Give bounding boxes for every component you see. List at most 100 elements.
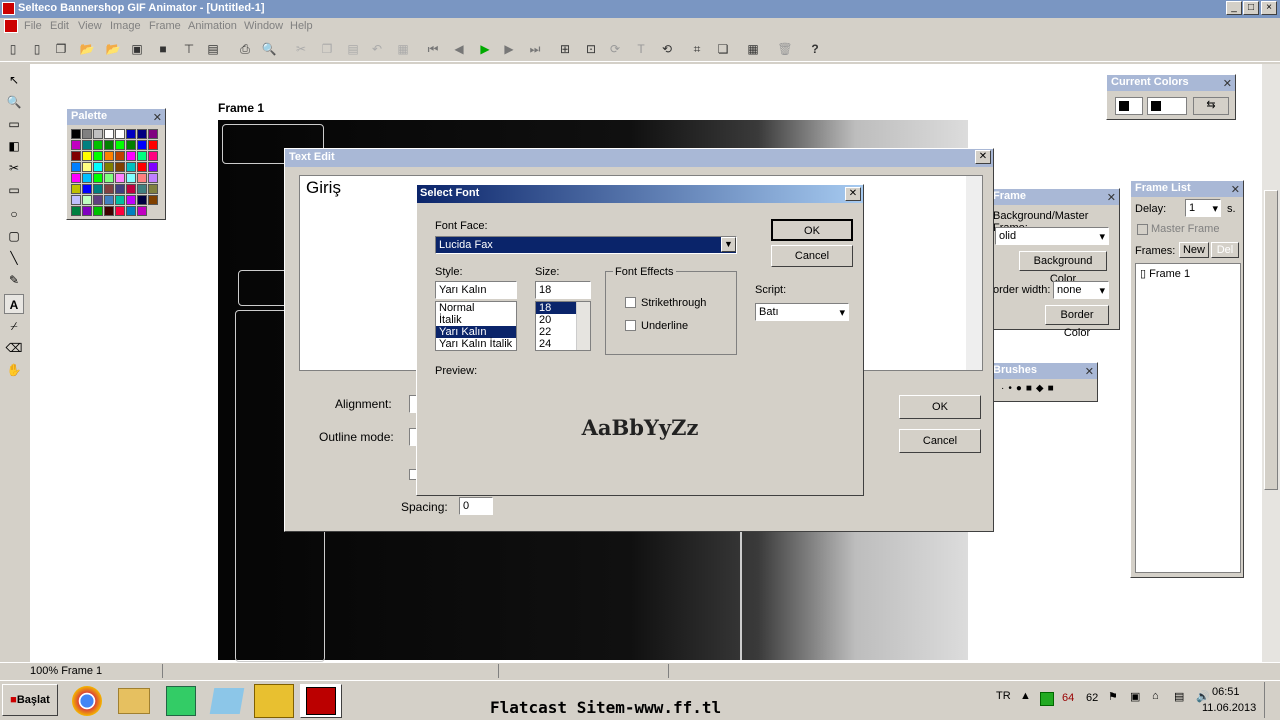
palette-swatch[interactable] — [137, 184, 147, 194]
palette-swatch[interactable] — [115, 129, 125, 139]
frame-panel-close-icon[interactable]: ✕ — [1107, 191, 1116, 204]
palette-swatch[interactable] — [104, 129, 114, 139]
palette-swatch[interactable] — [104, 195, 114, 205]
menu-file[interactable]: File — [24, 20, 42, 32]
winrar-icon[interactable] — [254, 684, 294, 718]
fit-icon[interactable]: ⊞ — [556, 40, 574, 58]
first-frame-icon[interactable]: ⏮ — [424, 40, 442, 58]
palette-swatch[interactable] — [71, 151, 81, 161]
palette-swatch[interactable] — [126, 206, 136, 216]
eraser-tool-icon[interactable]: ⌫ — [4, 338, 24, 358]
lasso-icon[interactable]: ⟲ — [658, 40, 676, 58]
rotate-icon[interactable]: ⟳ — [606, 40, 624, 58]
resize-icon[interactable]: ⊡ — [582, 40, 600, 58]
open-frames-icon[interactable]: 📂 — [104, 40, 122, 58]
bg-style-select[interactable]: olid ▾ — [995, 227, 1109, 245]
explorer-folder-icon[interactable] — [118, 688, 150, 714]
swap-colors-icon[interactable]: ⇆ — [1193, 97, 1229, 115]
print-icon[interactable]: ⎙ — [236, 40, 254, 58]
palette-swatch[interactable] — [93, 206, 103, 216]
scrollbar-thumb[interactable] — [1264, 190, 1278, 490]
font-cancel-button[interactable]: Cancel — [771, 245, 853, 267]
text-edit-cancel-button[interactable]: Cancel — [899, 429, 981, 453]
palette-swatch[interactable] — [148, 129, 158, 139]
script-select[interactable]: Batı ▾ — [755, 303, 849, 321]
palette-swatch[interactable] — [82, 206, 92, 216]
menu-animation[interactable]: Animation — [188, 20, 237, 32]
text-effects-icon[interactable]: T — [632, 40, 650, 58]
chrome-icon[interactable] — [72, 686, 102, 716]
frame-list-close-icon[interactable]: ✕ — [1231, 183, 1240, 196]
tray-device-icon[interactable]: ⌂ — [1152, 690, 1159, 702]
tray-expand-icon[interactable]: ▲ — [1020, 690, 1031, 702]
palette-swatch[interactable] — [126, 195, 136, 205]
style-item-selected[interactable]: Yarı Kalın — [436, 326, 516, 338]
master-frame-checkbox[interactable] — [1137, 224, 1148, 235]
size-item-selected[interactable]: 18 — [536, 302, 576, 314]
frame-list-item[interactable]: ▯ Frame 1 — [1136, 264, 1240, 283]
palette-swatch[interactable] — [137, 162, 147, 172]
gradient-tool-icon[interactable]: ◧ — [4, 136, 24, 156]
flag-icon[interactable]: ⚑ — [1108, 690, 1118, 703]
copy-doc-icon[interactable]: ❐ — [52, 40, 70, 58]
font-ok-button[interactable]: OK — [771, 219, 853, 241]
palette-swatch[interactable] — [104, 206, 114, 216]
help-icon[interactable]: ? — [806, 40, 824, 58]
zoom-tool-icon[interactable]: 🔍 — [4, 92, 24, 112]
paste-icon[interactable]: ▤ — [344, 40, 362, 58]
line-tool-icon[interactable]: ╲ — [4, 248, 24, 268]
text-edit-scrollbar[interactable] — [966, 176, 982, 370]
palette-swatch[interactable] — [104, 173, 114, 183]
pencil-tool-icon[interactable]: ✎ — [4, 270, 24, 290]
undo-icon[interactable]: ↶ — [368, 40, 386, 58]
palette-swatch[interactable] — [115, 206, 125, 216]
tray-app-icon[interactable] — [1040, 692, 1054, 706]
text-edit-ok-button[interactable]: OK — [899, 395, 981, 419]
palette-swatch[interactable] — [148, 162, 158, 172]
underline-checkbox[interactable] — [625, 320, 636, 331]
spacing-input[interactable]: 0 — [459, 497, 493, 515]
eyedropper-tool-icon[interactable]: ⌿ — [4, 316, 24, 336]
palette-swatch[interactable] — [126, 129, 136, 139]
export-frame-icon[interactable]: ▤ — [204, 40, 222, 58]
border-color-button[interactable]: Border Color — [1045, 305, 1109, 339]
font-face-select[interactable]: Lucida Fax — [435, 236, 737, 254]
clock-date[interactable]: 11.06.2013 — [1202, 702, 1256, 714]
new-wizard-icon[interactable]: ▯ — [28, 40, 46, 58]
palette-swatch[interactable] — [137, 195, 147, 205]
menu-edit[interactable]: Edit — [50, 20, 69, 32]
bannershop-taskbar-button[interactable] — [300, 684, 342, 718]
palette-swatch[interactable] — [126, 151, 136, 161]
frames-icon[interactable]: ❏ — [714, 40, 732, 58]
brush-sizes[interactable]: ·•●■◆■ — [1001, 383, 1058, 394]
palette-swatch[interactable] — [126, 162, 136, 172]
history-icon[interactable]: ▦ — [394, 40, 412, 58]
palette-swatch[interactable] — [71, 162, 81, 172]
style-item[interactable]: Normal — [436, 302, 516, 314]
palette-swatch[interactable] — [71, 206, 81, 216]
palette-swatch[interactable] — [148, 151, 158, 161]
palette-swatch[interactable] — [126, 184, 136, 194]
frame-list[interactable]: ▯ Frame 1 — [1135, 263, 1241, 573]
palette-swatch[interactable] — [115, 173, 125, 183]
rect-tool-icon[interactable]: ▭ — [4, 180, 24, 200]
palette-swatch[interactable] — [148, 173, 158, 183]
print-preview-icon[interactable]: 🔍 — [260, 40, 278, 58]
select-font-close-icon[interactable]: ✕ — [845, 187, 861, 201]
maximize-button[interactable]: □ — [1243, 1, 1259, 15]
palette-swatch[interactable] — [93, 129, 103, 139]
menu-window[interactable]: Window — [244, 20, 283, 32]
palette-swatch[interactable] — [82, 162, 92, 172]
palette-swatch[interactable] — [71, 129, 81, 139]
palette-swatch[interactable] — [93, 162, 103, 172]
text-tool-icon[interactable]: A — [4, 294, 24, 314]
menu-help[interactable]: Help — [290, 20, 313, 32]
palette-swatch[interactable] — [71, 195, 81, 205]
palette-swatch[interactable] — [148, 184, 158, 194]
palette-swatch[interactable] — [93, 195, 103, 205]
document-icon[interactable] — [4, 19, 18, 33]
palette-swatch[interactable] — [115, 184, 125, 194]
palette-swatch[interactable] — [93, 184, 103, 194]
primary-color-swatch[interactable] — [1115, 97, 1143, 115]
hand-tool-icon[interactable]: ✋ — [4, 360, 24, 380]
